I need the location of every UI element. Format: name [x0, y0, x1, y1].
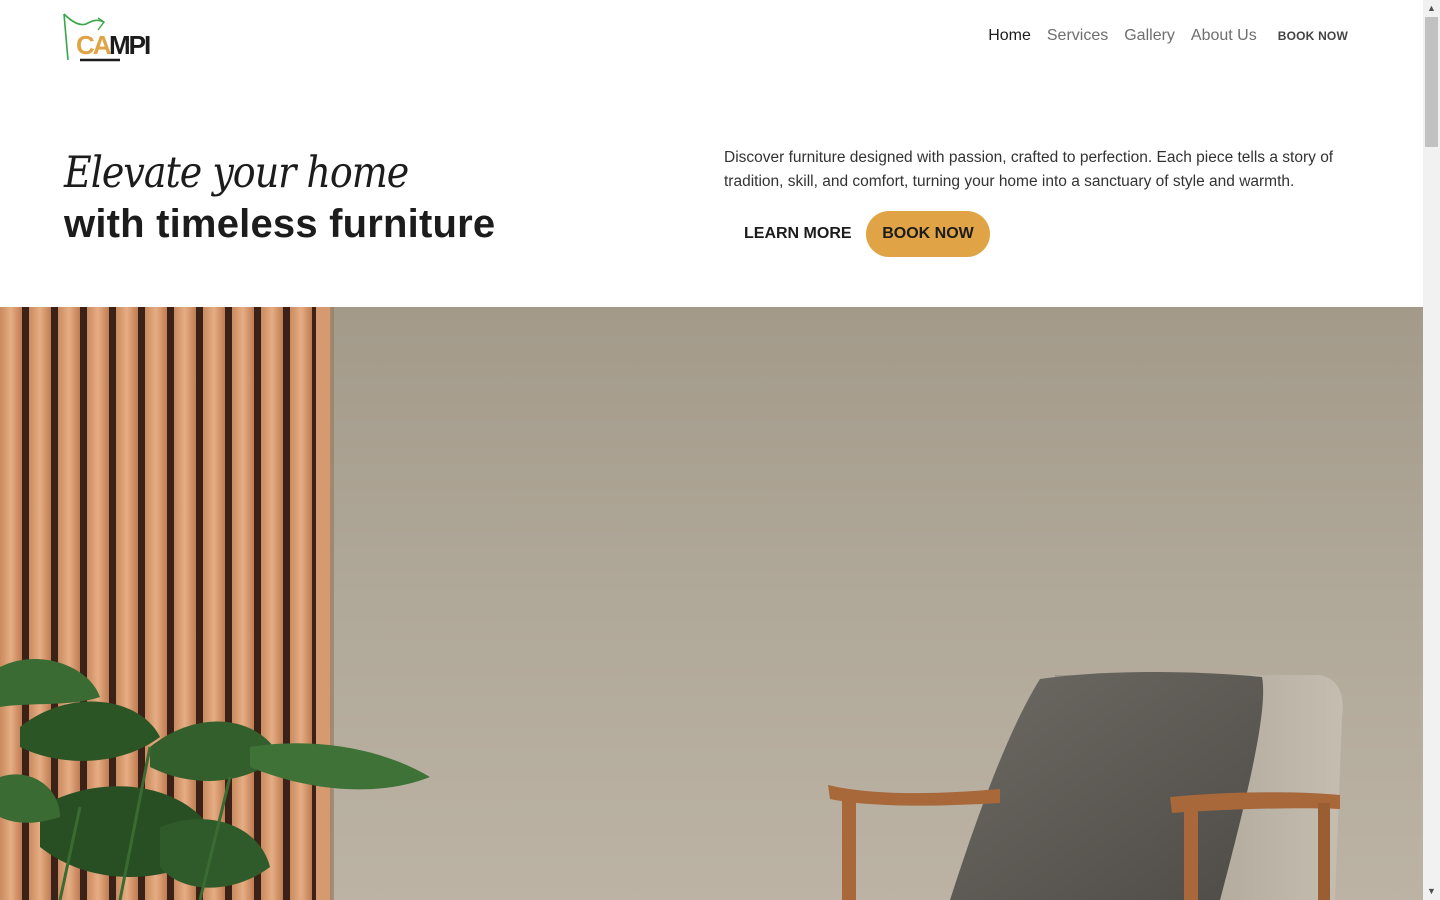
nav-link-home[interactable]: Home: [988, 26, 1031, 46]
hero-description: Discover furniture designed with passion…: [724, 149, 1334, 190]
main-nav: Home Services Gallery About Us BOOK NOW: [972, 26, 1348, 46]
svg-text:CA: CA: [76, 30, 112, 60]
nav-link-services[interactable]: Services: [1047, 26, 1108, 46]
book-now-button[interactable]: BOOK NOW: [866, 211, 990, 257]
scroll-down-arrow-icon[interactable]: ▼: [1423, 883, 1440, 900]
hero-illustration: [0, 307, 1423, 900]
svg-text:MPI: MPI: [109, 30, 150, 60]
vertical-scrollbar[interactable]: ▲ ▼: [1423, 0, 1440, 900]
nav-link-about-us[interactable]: About Us: [1191, 26, 1257, 46]
hero-title: with timeless furniture: [64, 202, 496, 246]
hero-image: [0, 307, 1423, 900]
logo-graphic: CA MPI: [63, 13, 152, 62]
campi-logo[interactable]: CA MPI: [62, 12, 166, 64]
learn-more-button[interactable]: LEARN MORE: [724, 211, 872, 257]
hero-script-title: Elevate your home: [64, 148, 409, 198]
scrollbar-thumb[interactable]: [1425, 17, 1438, 147]
nav-book-now-button[interactable]: BOOK NOW: [1278, 26, 1348, 46]
scroll-up-arrow-icon[interactable]: ▲: [1423, 0, 1440, 17]
nav-link-gallery[interactable]: Gallery: [1124, 26, 1175, 46]
page: CA MPI Home Services Gallery About Us BO…: [0, 0, 1423, 900]
